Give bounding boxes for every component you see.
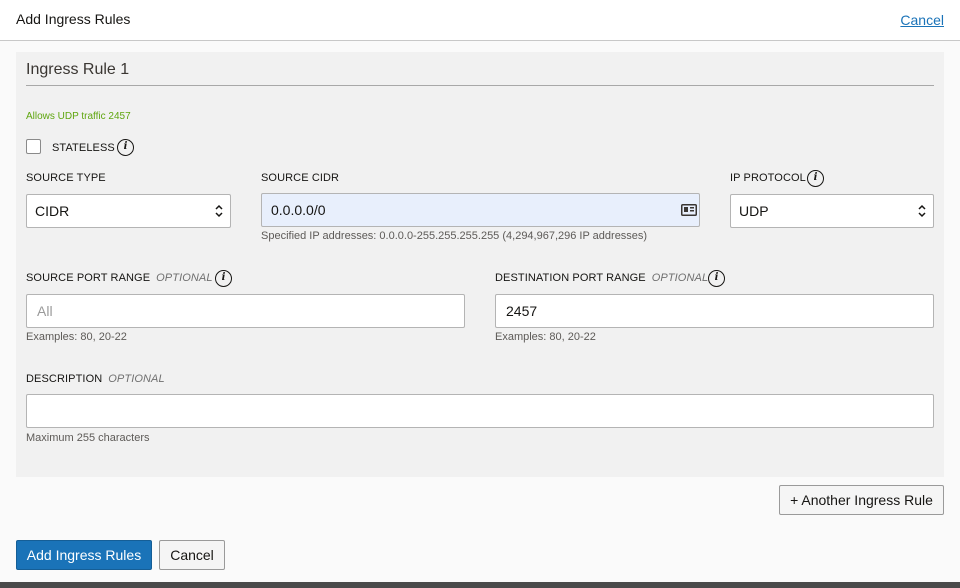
stateless-checkbox[interactable]	[26, 139, 41, 154]
source-type-value: CIDR	[35, 203, 70, 219]
source-type-label: SOURCE TYPE	[26, 172, 106, 184]
source-port-range-helper: Examples: 80, 20-22	[26, 331, 127, 343]
stateless-label: STATELESS	[52, 142, 115, 154]
description-helper: Maximum 255 characters	[26, 432, 150, 444]
ip-protocol-select[interactable]: UDP	[730, 194, 934, 228]
destination-port-range-info-icon[interactable]: i	[708, 270, 725, 287]
destination-port-range-label: DESTINATION PORT RANGE OPTIONAL	[495, 272, 708, 284]
stateless-info-icon[interactable]: i	[117, 139, 134, 156]
description-label: DESCRIPTION OPTIONAL	[26, 373, 165, 385]
id-card-icon	[681, 204, 697, 216]
dialog-title: Add Ingress Rules	[16, 11, 131, 27]
source-port-range-label: SOURCE PORT RANGE OPTIONAL	[26, 272, 213, 284]
rule-divider	[26, 85, 934, 86]
description-input[interactable]	[26, 394, 934, 428]
select-arrows-icon	[918, 204, 926, 218]
source-port-range-input[interactable]	[26, 294, 465, 328]
destination-port-range-label-text: DESTINATION PORT RANGE	[495, 272, 646, 284]
source-cidr-label: SOURCE CIDR	[261, 172, 340, 184]
destination-port-range-input[interactable]	[495, 294, 934, 328]
add-ingress-rules-button[interactable]: Add Ingress Rules	[16, 540, 152, 570]
header-cancel-link[interactable]: Cancel	[900, 12, 944, 28]
cancel-button[interactable]: Cancel	[159, 540, 225, 570]
rule-description-hint: Allows UDP traffic 2457	[26, 111, 131, 122]
dialog-header: Add Ingress Rules Cancel	[0, 0, 960, 41]
ingress-rule-panel: Ingress Rule 1 Allows UDP traffic 2457 S…	[16, 52, 944, 477]
source-port-range-optional: OPTIONAL	[156, 272, 213, 284]
rule-title: Ingress Rule 1	[26, 61, 130, 78]
destination-port-range-optional: OPTIONAL	[651, 272, 709, 284]
source-cidr-value: 0.0.0.0/0	[271, 202, 326, 218]
another-ingress-rule-button[interactable]: + Another Ingress Rule	[779, 485, 944, 515]
source-port-range-info-icon[interactable]: i	[215, 270, 232, 287]
background-page-strip	[0, 582, 960, 588]
description-label-text: DESCRIPTION	[26, 373, 103, 385]
ip-protocol-label: IP PROTOCOL	[730, 172, 806, 184]
source-port-range-label-text: SOURCE PORT RANGE	[26, 272, 151, 284]
destination-port-range-helper: Examples: 80, 20-22	[495, 331, 596, 343]
description-optional: OPTIONAL	[108, 373, 165, 385]
ip-protocol-info-icon[interactable]: i	[807, 170, 824, 187]
select-arrows-icon	[215, 204, 223, 218]
ip-protocol-value: UDP	[739, 203, 769, 219]
source-cidr-helper: Specified IP addresses: 0.0.0.0-255.255.…	[261, 230, 648, 242]
source-cidr-input[interactable]: 0.0.0.0/0	[261, 193, 700, 227]
source-type-select[interactable]: CIDR	[26, 194, 231, 228]
